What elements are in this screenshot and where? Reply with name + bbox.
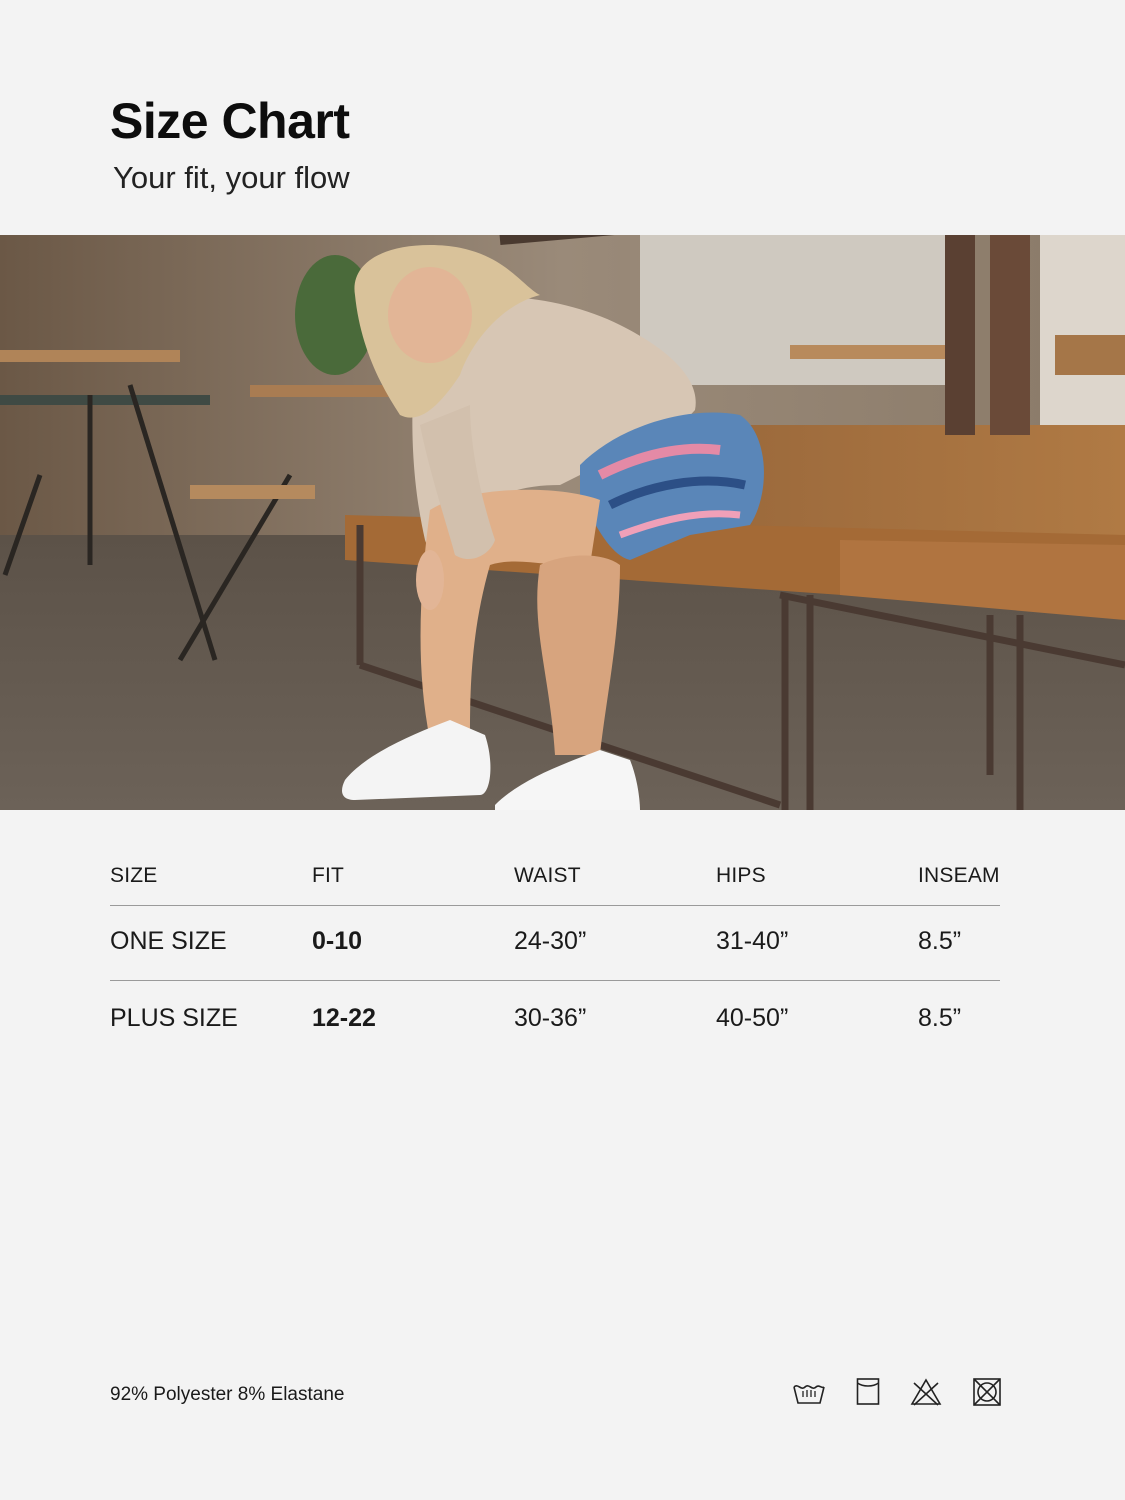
row-hips: 31-40” — [716, 927, 789, 955]
header-inseam: INSEAM — [918, 864, 1000, 887]
header-fit: FIT — [312, 864, 345, 887]
size-table: SIZE FIT WAIST HIPS INSEAM ONE SIZE 0-10… — [110, 864, 1000, 1032]
hand-wash-icon — [792, 1377, 826, 1412]
row-fit: 0-10 — [312, 927, 363, 955]
table-divider — [110, 980, 1000, 981]
table-row: PLUS SIZE 12-22 30-36” 40-50” 8.5” — [110, 1004, 1000, 1032]
tumble-dry-icon — [856, 1377, 880, 1412]
row-fit: 12-22 — [312, 1004, 376, 1032]
do-not-tumble-dry-icon — [972, 1377, 1002, 1412]
table-row: ONE SIZE 0-10 24-30” 31-40” 8.5” — [110, 927, 1000, 955]
table-divider — [110, 905, 1000, 906]
header-hips: HIPS — [716, 864, 766, 887]
material-composition: 92% Polyester 8% Elastane — [110, 1384, 345, 1405]
table-header-row: SIZE FIT WAIST HIPS INSEAM — [110, 864, 1000, 892]
do-not-bleach-icon — [910, 1377, 942, 1412]
row-inseam: 8.5” — [918, 1004, 962, 1032]
row-inseam: 8.5” — [918, 927, 962, 955]
page-subtitle: Your fit, your flow — [113, 160, 350, 195]
lifestyle-photo — [0, 235, 1125, 810]
row-waist: 24-30” — [514, 927, 587, 955]
row-size: PLUS SIZE — [110, 1004, 238, 1032]
row-hips: 40-50” — [716, 1004, 789, 1032]
row-size: ONE SIZE — [110, 927, 227, 955]
page-title: Size Chart — [110, 93, 350, 149]
row-waist: 30-36” — [514, 1004, 587, 1032]
header-size: SIZE — [110, 864, 158, 887]
header-waist: WAIST — [514, 864, 581, 887]
